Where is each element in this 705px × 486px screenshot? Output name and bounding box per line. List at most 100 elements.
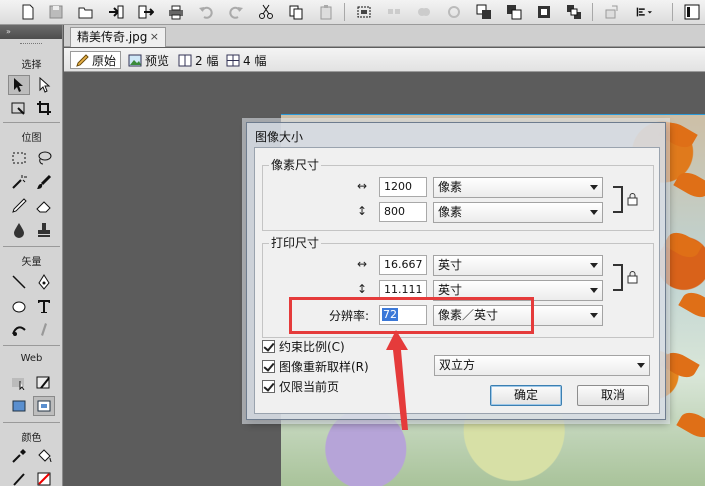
lock-icon	[627, 193, 638, 206]
pencil-icon	[76, 53, 89, 67]
tools-panel-header[interactable]: »	[0, 25, 62, 39]
save-icon[interactable]	[46, 2, 66, 22]
copy-icon[interactable]	[286, 2, 306, 22]
print-width-unit-select[interactable]: 英寸	[433, 255, 603, 276]
document-tab[interactable]: 精美传奇.jpg ×	[70, 27, 166, 47]
split-icon[interactable]	[444, 2, 464, 22]
view-original-button[interactable]: 原始	[70, 51, 122, 69]
leaf-decoration	[676, 407, 705, 443]
view-2up-label: 2 幅	[195, 53, 219, 68]
constrain-label: 约束比例(C)	[279, 339, 345, 354]
leaf-decoration	[673, 167, 705, 203]
print-size-title: 打印尺寸	[269, 236, 322, 250]
subselect-tool-icon[interactable]	[33, 75, 55, 95]
panel-grip[interactable]	[20, 43, 42, 45]
redo-icon[interactable]	[226, 2, 246, 22]
lasso-tool-icon[interactable]	[33, 148, 55, 168]
constrain-checkbox[interactable]	[262, 339, 275, 353]
pixel-width-unit: 像素	[438, 180, 463, 194]
view-preview-button[interactable]: 预览	[124, 51, 173, 69]
pixel-width-input[interactable]: 1200	[379, 177, 427, 197]
print-height-unit: 英寸	[438, 283, 463, 297]
width-arrow-icon: ↔	[356, 257, 368, 271]
cut-icon[interactable]	[256, 2, 276, 22]
text-tool-icon[interactable]	[33, 296, 55, 316]
ungroup-icon[interactable]	[384, 2, 404, 22]
cancel-button[interactable]: 取消	[577, 385, 649, 406]
close-icon[interactable]: ×	[150, 28, 159, 46]
image-size-dialog: 图像大小 像素尺寸 ↔ 1200 像素 ↕ 800 像素 打印尺寸 ↔ 16.6…	[246, 122, 666, 420]
document-tab-label: 精美传奇.jpg	[77, 30, 148, 44]
resample-checkbox[interactable]	[262, 359, 275, 373]
ok-button[interactable]: 确定	[490, 385, 562, 406]
section-bitmap: 位图	[21, 133, 42, 144]
undo-icon[interactable]	[196, 2, 216, 22]
pixel-height-input[interactable]: 800	[379, 202, 427, 222]
pixel-height-unit-select[interactable]: 像素	[433, 202, 603, 223]
show-slices-icon[interactable]	[33, 396, 55, 416]
arrange-forward-icon[interactable]	[504, 2, 524, 22]
chevron-down-icon	[590, 313, 598, 318]
document-tabbar: 精美传奇.jpg ×	[64, 25, 705, 47]
freeform-tool-icon[interactable]	[8, 320, 30, 340]
panel-icon[interactable]	[682, 2, 702, 22]
pen-tool-icon[interactable]	[33, 272, 55, 292]
chevron-down-icon	[590, 185, 598, 190]
preview-icon	[128, 54, 142, 66]
arrange-back-icon[interactable]	[564, 2, 584, 22]
leaf-decoration	[663, 227, 703, 263]
stroke-color-icon[interactable]	[8, 469, 30, 486]
crop-tool-icon[interactable]	[33, 98, 55, 118]
resample-method-select[interactable]: 双立方	[434, 355, 650, 376]
group-icon[interactable]	[354, 2, 374, 22]
fill-color-icon[interactable]	[33, 469, 55, 486]
hotspot-tool-icon[interactable]	[8, 372, 30, 392]
view-2up-button[interactable]: 2 幅	[174, 51, 222, 69]
tools-panel: » 选择 位图 矢量 Web 颜色	[0, 25, 63, 486]
current-page-checkbox[interactable]	[262, 379, 275, 393]
eraser-tool-icon[interactable]	[33, 196, 55, 216]
new-icon[interactable]	[18, 2, 38, 22]
slice-tool-icon[interactable]	[33, 372, 55, 392]
annotation-arrow-icon	[386, 330, 408, 430]
current-page-checkbox-row[interactable]: 仅限当前页	[262, 378, 339, 394]
open-icon[interactable]	[76, 2, 96, 22]
knife-tool-icon[interactable]	[33, 320, 55, 340]
marquee-tool-icon[interactable]	[8, 148, 30, 168]
scale-tool-icon[interactable]	[8, 98, 30, 118]
arrange-front-icon[interactable]	[474, 2, 494, 22]
chevron-down-icon	[590, 288, 598, 293]
export-icon[interactable]	[136, 2, 156, 22]
brush-tool-icon[interactable]	[33, 172, 55, 192]
line-tool-icon[interactable]	[8, 272, 30, 292]
resample-checkbox-row[interactable]: 图像重新取样(R)	[262, 358, 369, 374]
align-icon[interactable]	[630, 2, 658, 22]
paint-bucket-tool-icon[interactable]	[33, 446, 55, 466]
constrain-checkbox-row[interactable]: 约束比例(C)	[262, 338, 345, 354]
dialog-title: 图像大小	[255, 130, 304, 144]
blur-tool-icon[interactable]	[8, 220, 30, 240]
chevron-down-icon	[590, 263, 598, 268]
import-icon[interactable]	[106, 2, 126, 22]
print-width-unit: 英寸	[438, 258, 463, 272]
ellipse-tool-icon[interactable]	[8, 296, 30, 316]
section-color: 颜色	[21, 433, 42, 444]
hide-slices-icon[interactable]	[8, 396, 30, 416]
pixel-dimensions-group: 像素尺寸 ↔ 1200 像素 ↕ 800 像素	[262, 159, 654, 231]
join-icon[interactable]	[414, 2, 434, 22]
eyedropper-tool-icon[interactable]	[8, 446, 30, 466]
arrange-backward-icon[interactable]	[534, 2, 554, 22]
current-page-label: 仅限当前页	[279, 379, 340, 394]
print-icon[interactable]	[166, 2, 186, 22]
paste-icon[interactable]	[316, 2, 336, 22]
rotate-icon[interactable]	[602, 2, 622, 22]
view-4up-button[interactable]: 4 幅	[222, 51, 270, 69]
print-width-input[interactable]: 16.667	[379, 255, 427, 275]
stamp-tool-icon[interactable]	[33, 220, 55, 240]
pixel-width-unit-select[interactable]: 像素	[433, 177, 603, 198]
pencil-tool-icon[interactable]	[8, 196, 30, 216]
magic-wand-tool-icon[interactable]	[8, 172, 30, 192]
pointer-tool-icon[interactable]	[8, 75, 30, 95]
two-up-icon	[178, 54, 192, 66]
collapse-icon[interactable]: »	[6, 28, 16, 36]
